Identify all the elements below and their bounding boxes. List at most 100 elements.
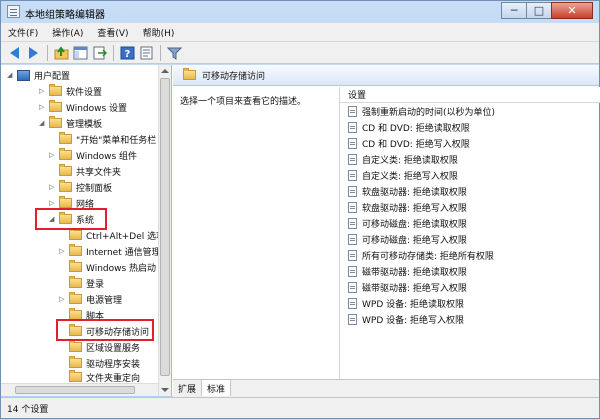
window-title: 本地组策略编辑器 [25, 10, 105, 21]
tab-extended[interactable]: 扩展 [173, 380, 203, 396]
tree-item-label: Windows 热启动 [86, 263, 157, 274]
tree-item-control-panel[interactable]: ▷ 控制面板 [49, 179, 112, 195]
tree-item-label: 软件设置 [66, 87, 103, 98]
setting-row[interactable]: 强制重新启动的时间(以秒为单位) [348, 103, 495, 119]
filter-button[interactable] [166, 45, 182, 61]
title-bar[interactable]: 本地组策略编辑器 ─ □ ✕ [1, 1, 599, 23]
filter-icon [166, 47, 182, 60]
folder-icon [49, 116, 62, 128]
policy-setting-icon [348, 265, 357, 277]
setting-row[interactable]: 所有可移动存储类: 拒绝所有权限 [348, 247, 494, 263]
folder-icon [59, 196, 72, 208]
scroll-up-icon[interactable] [161, 69, 169, 73]
highlight-box-removable-storage [56, 319, 154, 341]
expand-icon[interactable]: ▷ [49, 199, 59, 207]
setting-row[interactable]: CD 和 DVD: 拒绝写入权限 [348, 135, 470, 151]
expand-icon[interactable]: ▷ [39, 103, 49, 111]
tree-item-label: 文件夹重定向 [86, 373, 141, 384]
scroll-down-icon[interactable] [161, 388, 169, 392]
properties-button[interactable] [138, 45, 154, 61]
setting-row[interactable]: 磁带驱动器: 拒绝写入权限 [348, 279, 467, 295]
forward-button[interactable] [25, 45, 41, 61]
expand-icon[interactable]: ▷ [39, 87, 49, 95]
menu-bar: 文件(F) 操作(A) 查看(V) 帮助(H) [1, 23, 599, 42]
folder-icon [49, 84, 62, 96]
tree-item-windows-hotstart[interactable]: Windows 热启动 [59, 259, 156, 275]
menu-file[interactable]: 文件(F) [1, 26, 45, 39]
details-pane: 可移动存储访问 选择一个项目来查看它的描述。 设置 强制重新启动的时间(以秒为单… [173, 65, 600, 397]
up-folder-button[interactable] [53, 45, 69, 61]
tree-item-power-management[interactable]: ▷ 电源管理 [59, 291, 122, 307]
toolbar: ? [1, 42, 599, 64]
expand-icon[interactable]: ▷ [59, 247, 69, 255]
settings-list: 设置 强制重新启动的时间(以秒为单位) CD 和 DVD: 拒绝读取权限 CD … [339, 87, 600, 384]
collapse-icon[interactable]: ◢ [7, 71, 17, 79]
setting-row[interactable]: 软盘驱动器: 拒绝写入权限 [348, 199, 467, 215]
setting-row[interactable]: WPD 设备: 拒绝读取权限 [348, 295, 464, 311]
tree-item-shared-folders[interactable]: 共享文件夹 [49, 163, 121, 179]
description-text: 选择一个项目来查看它的描述。 [180, 97, 307, 107]
setting-label: 自定义类: 拒绝读取权限 [362, 155, 458, 166]
policy-setting-icon [348, 153, 357, 165]
tree-item-start-menu[interactable]: "开始"菜单和任务栏 [49, 131, 156, 147]
tree-item-logon[interactable]: 登录 [59, 275, 104, 291]
setting-row[interactable]: CD 和 DVD: 拒绝读取权限 [348, 119, 470, 135]
status-text: 14 个设置 [7, 404, 49, 415]
collapse-icon[interactable]: ◢ [39, 119, 49, 127]
setting-row[interactable]: 自定义类: 拒绝写入权限 [348, 167, 458, 183]
tree-item-admin-templates[interactable]: ◢ 管理模板 [39, 115, 102, 131]
tree-item-label: 用户配置 [34, 71, 71, 82]
maximize-button[interactable]: □ [526, 2, 552, 19]
tree-item-label: Internet 通信管理 [86, 247, 161, 258]
scrollbar-thumb[interactable] [160, 78, 170, 376]
expand-icon[interactable]: ▷ [59, 295, 69, 303]
expand-icon[interactable]: ▷ [49, 183, 59, 191]
tree-item-user-config[interactable]: ◢ 用户配置 [7, 67, 70, 83]
tree-item-locale-services[interactable]: 区域设置服务 [59, 339, 140, 355]
help-button[interactable]: ? [119, 45, 135, 61]
policy-setting-icon [348, 121, 357, 133]
minimize-button[interactable]: ─ [501, 2, 527, 19]
console-tree: ◢ 用户配置 ▷ 软件设置 ▷ Windows 设置 ◢ 管理模板 "开始"菜单… [1, 65, 172, 396]
tree-horizontal-scrollbar[interactable] [1, 383, 158, 396]
menu-action[interactable]: 操作(A) [45, 26, 90, 39]
setting-row[interactable]: WPD 设备: 拒绝写入权限 [348, 311, 464, 327]
folder-icon [69, 260, 82, 272]
tree-item-windows-settings[interactable]: ▷ Windows 设置 [39, 99, 127, 115]
export-list-button[interactable] [91, 45, 107, 61]
tree-item-windows-components[interactable]: ▷ Windows 组件 [49, 147, 137, 163]
tree-item-internet-comm[interactable]: ▷ Internet 通信管理 [59, 243, 161, 259]
highlight-box-system [35, 208, 107, 230]
tree-item-label: "开始"菜单和任务栏 [76, 135, 157, 146]
menu-view[interactable]: 查看(V) [90, 26, 135, 39]
folder-icon [59, 180, 72, 192]
folder-icon [49, 100, 62, 112]
show-hide-tree-button[interactable] [72, 45, 88, 61]
setting-row[interactable]: 自定义类: 拒绝读取权限 [348, 151, 458, 167]
scrollbar-thumb[interactable] [15, 386, 135, 394]
view-tabs: 扩展 标准 [173, 379, 599, 397]
tab-standard[interactable]: 标准 [202, 380, 232, 396]
setting-row[interactable]: 磁带驱动器: 拒绝读取权限 [348, 263, 467, 279]
setting-label: 可移动磁盘: 拒绝读取权限 [362, 219, 467, 230]
close-button[interactable]: ✕ [551, 2, 593, 19]
policy-setting-icon [348, 281, 357, 293]
window-controls: ─ □ ✕ [501, 2, 593, 20]
tree-vertical-scrollbar[interactable] [158, 65, 171, 396]
tree-item-software-settings[interactable]: ▷ 软件设置 [39, 83, 102, 99]
back-button[interactable] [6, 45, 22, 61]
folder-icon [69, 276, 82, 288]
setting-row[interactable]: 可移动磁盘: 拒绝读取权限 [348, 215, 467, 231]
tree-item-label: 区域设置服务 [86, 343, 141, 354]
setting-row[interactable]: 可移动磁盘: 拒绝写入权限 [348, 231, 467, 247]
setting-label: WPD 设备: 拒绝读取权限 [362, 299, 465, 310]
menu-help[interactable]: 帮助(H) [136, 26, 182, 39]
toolbar-separator [160, 44, 161, 61]
expand-icon[interactable]: ▷ [49, 151, 59, 159]
setting-label: 所有可移动存储类: 拒绝所有权限 [362, 251, 494, 262]
column-header-setting[interactable]: 设置 [340, 87, 600, 103]
setting-row[interactable]: 软盘驱动器: 拒绝读取权限 [348, 183, 467, 199]
properties-icon [140, 46, 152, 59]
tree-item-label: 管理模板 [66, 119, 103, 130]
policy-setting-icon [348, 105, 357, 117]
